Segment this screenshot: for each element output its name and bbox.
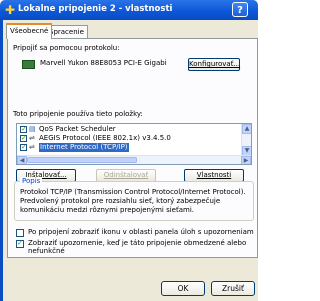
description-title: Popis [20, 177, 43, 185]
component-label: Internet Protocol (TCP/IP) [39, 143, 129, 152]
component-icon: ⇌ [29, 143, 35, 151]
list-item[interactable]: ✓ ▤ QoS Packet Scheduler [19, 125, 241, 134]
description-group: Popis Protokol TCP/IP (Transmission Cont… [14, 177, 254, 221]
connect-using-label: Pripojiť sa pomocou protokolu: [13, 44, 120, 52]
component-checkbox[interactable]: ✓ [20, 144, 27, 151]
horizontal-scrollbar[interactable]: ◀ ▶ [17, 155, 251, 164]
description-text: Protokol TCP/IP (Transmission Control Pr… [20, 188, 246, 214]
components-list[interactable]: ✓ ▤ QoS Packet Scheduler ✓ ⇌ AEGIS Proto… [16, 123, 252, 165]
title-bar[interactable]: ✚ Lokalne pripojenie 2 - vlastnosti ? [0, 0, 258, 20]
notify-label: Zobraziť upozornenie, keď je táto pripoj… [28, 239, 247, 255]
properties-button-label: Vlastnosti [196, 171, 232, 179]
component-label: AEGIS Protocol (IEEE 802.1x) v3.4.5.0 [39, 134, 171, 142]
show-icon-checkbox[interactable] [16, 229, 24, 237]
list-item[interactable]: ✓ ⇌ AEGIS Protocol (IEEE 802.1x) v3.4.5.… [19, 134, 241, 143]
configure-button[interactable]: Konfigurovať... [188, 58, 240, 71]
adapter-name: Marvell Yukon 88E8053 PCI-E Gigabi [40, 59, 167, 67]
properties-dialog: ✚ Lokalne pripojenie 2 - vlastnosti ? Vš… [0, 0, 258, 301]
component-checkbox[interactable]: ✓ [20, 135, 27, 142]
scroll-left-icon[interactable]: ◀ [17, 156, 27, 164]
show-icon-label: Po pripojení zobraziť ikonu v oblasti pa… [28, 228, 254, 236]
component-label: QoS Packet Scheduler [39, 125, 116, 133]
list-item-selected[interactable]: ✓ ⇌ Internet Protocol (TCP/IP) [19, 143, 241, 152]
scroll-right-icon[interactable]: ▶ [241, 156, 251, 164]
component-icon: ▤ [29, 125, 36, 133]
uninstall-button-label: Odinštalovať [103, 171, 149, 179]
network-connection-icon: ✚ [4, 3, 16, 17]
help-button[interactable]: ? [232, 2, 248, 17]
tab-general[interactable]: Všeobecné [6, 23, 53, 39]
ok-button[interactable]: OK [161, 281, 205, 296]
scroll-thumb[interactable] [27, 157, 137, 163]
component-icon: ⇌ [29, 134, 35, 142]
window-title: Lokalne pripojenie 2 - vlastnosti [18, 4, 173, 14]
components-label: Toto pripojenie používa tieto položky: [13, 110, 143, 118]
network-adapter-icon [22, 60, 35, 69]
component-checkbox[interactable]: ✓ [20, 126, 27, 133]
dialog-client-area: Všeobecné Spracenie Pripojiť sa pomocou … [0, 20, 258, 301]
configure-button-label: Konfigurovať... [189, 60, 241, 68]
vertical-scrollbar[interactable]: ▲ ▼ [241, 124, 251, 156]
notify-checkbox[interactable]: ✓ [16, 240, 24, 248]
tab-panel: Pripojiť sa pomocou protokolu: Marvell Y… [7, 38, 258, 258]
scroll-up-icon[interactable]: ▲ [242, 124, 251, 134]
cancel-button[interactable]: Zrušiť [211, 281, 255, 296]
